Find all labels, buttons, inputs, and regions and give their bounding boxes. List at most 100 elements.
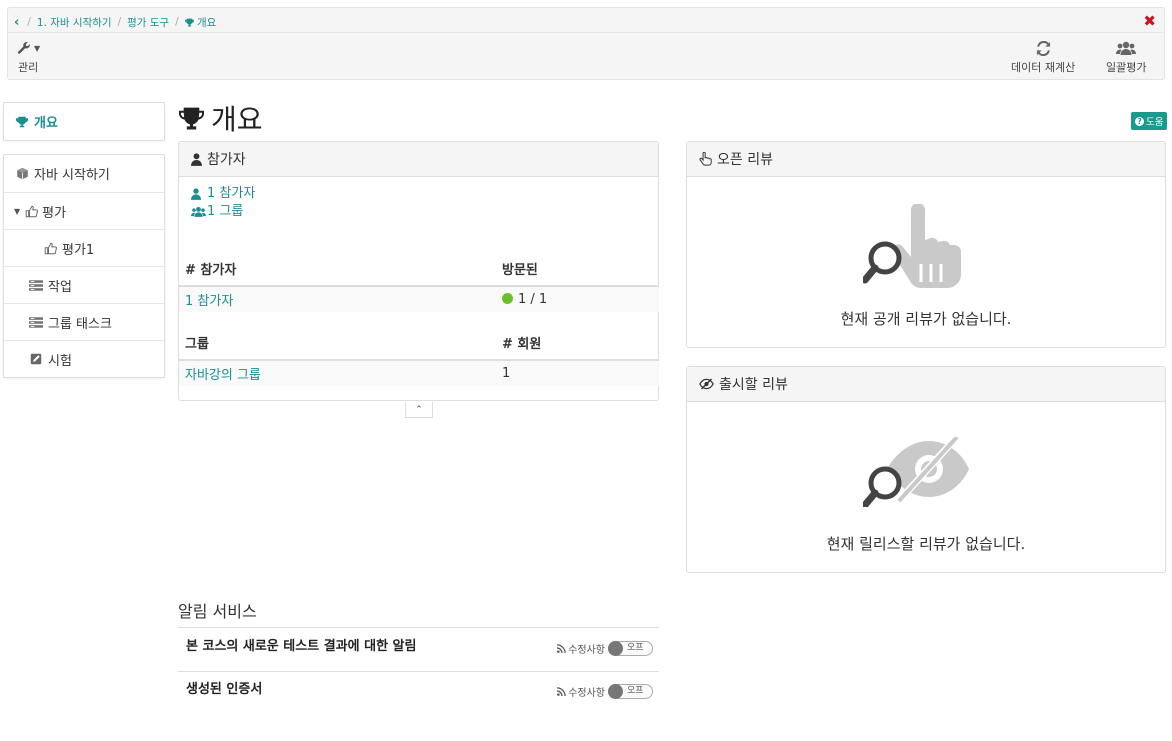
sidebar-item-label: 시험 bbox=[48, 353, 72, 369]
visited-value: 1 / 1 bbox=[518, 292, 548, 307]
open-reviews-header: 오픈 리뷰 bbox=[687, 142, 1165, 177]
help-button[interactable]: ? 도움 bbox=[1131, 112, 1168, 130]
back-chevron-icon[interactable]: ‹ bbox=[14, 15, 19, 30]
open-reviews-empty-message: 현재 공개 리뷰가 없습니다. bbox=[840, 310, 1012, 328]
participant-links: 1 참가자 1 그룹 bbox=[191, 185, 255, 221]
wrench-icon: ▼ bbox=[16, 39, 40, 57]
column-header-group: 그룹 bbox=[179, 326, 496, 361]
thumbs-up-icon bbox=[24, 205, 38, 218]
breadcrumb: ‹ / 1. 자바 시작하기 / 평가 도구 / 개요 bbox=[14, 13, 216, 31]
refresh-icon bbox=[1036, 39, 1051, 57]
toggle-knob bbox=[608, 641, 623, 656]
sidebar-item-label: 자바 시작하기 bbox=[34, 168, 110, 183]
open-reviews-panel: 오픈 리뷰 현재 공개 리뷰가 없습니다. bbox=[686, 141, 1166, 348]
column-header-visited: 방문된 bbox=[496, 252, 659, 287]
sidebar-item-label: 작업 bbox=[48, 279, 72, 295]
caret-down-icon[interactable]: ▼ bbox=[14, 207, 20, 216]
participants-panel: 참가자 1 참가자 1 그룹 # 참가자 방문된 1 참가자 1 / 1 그룹 bbox=[178, 141, 659, 401]
release-reviews-header: 출시할 리뷰 bbox=[687, 367, 1165, 402]
notification-toggle[interactable]: 오프 bbox=[608, 641, 653, 656]
top-toolbar: ‹ / 1. 자바 시작하기 / 평가 도구 / 개요 ✖ ▼ 관리 데이터 재… bbox=[7, 7, 1165, 80]
breadcrumb-separator: / bbox=[175, 16, 179, 28]
status-dot-icon bbox=[502, 293, 513, 304]
sidebar-item-overview[interactable]: 개요 bbox=[4, 103, 164, 140]
toggle-label: 오프 bbox=[627, 643, 644, 653]
sidebar-item-label: 평가 bbox=[42, 205, 67, 221]
notifications-title: 알림 서비스 bbox=[178, 602, 257, 621]
breadcrumb-separator: / bbox=[117, 16, 122, 28]
sidebar-item-group-task[interactable]: 그룹 태스크 bbox=[4, 303, 164, 340]
table-row: 1 참가자 1 / 1 bbox=[179, 286, 659, 312]
page-title: 개요 bbox=[178, 98, 263, 138]
toolbar-divider bbox=[8, 32, 1164, 33]
hand-pointer-icon bbox=[699, 152, 712, 166]
help-label: 도움 bbox=[1146, 117, 1164, 128]
question-circle-icon: ? bbox=[1135, 116, 1144, 126]
trophy-icon bbox=[14, 116, 30, 128]
cube-icon bbox=[14, 167, 30, 180]
participants-table: # 참가자 방문된 1 참가자 1 / 1 bbox=[179, 252, 659, 312]
no-release-reviews-illustration-icon bbox=[863, 437, 969, 507]
notification-row-certificates: 생성된 인증서 수정사항 오프 bbox=[178, 671, 659, 715]
manage-button[interactable]: ▼ 관리 bbox=[16, 39, 40, 75]
table-header-row: # 참가자 방문된 bbox=[179, 252, 659, 287]
rss-icon bbox=[557, 687, 566, 696]
participants-count-link[interactable]: 1 참가자 bbox=[207, 185, 255, 203]
release-reviews-header-label: 출시할 리뷰 bbox=[719, 377, 788, 393]
sidebar-item-assessment[interactable]: ▼ 평가 bbox=[4, 192, 164, 229]
release-reviews-empty-message: 현재 릴리스할 리뷰가 없습니다. bbox=[826, 535, 1026, 553]
members-value: 1 bbox=[496, 360, 659, 386]
eye-slash-icon bbox=[699, 378, 714, 390]
participant-row-link[interactable]: 1 참가자 bbox=[185, 294, 233, 309]
sidebar-item-label: 그룹 태스크 bbox=[48, 316, 112, 332]
breadcrumb-course[interactable]: 1. 자바 시작하기 bbox=[37, 15, 112, 30]
open-reviews-header-label: 오픈 리뷰 bbox=[717, 152, 773, 168]
recalculate-label: 데이터 재계산 bbox=[1011, 61, 1076, 74]
changes-link[interactable]: 수정사항 bbox=[568, 684, 605, 699]
notification-control: 수정사항 오프 bbox=[557, 641, 653, 656]
caret-down-icon: ▼ bbox=[34, 43, 41, 53]
column-header-participants: # 참가자 bbox=[179, 252, 496, 287]
sidebar-item-task[interactable]: 작업 bbox=[4, 266, 164, 303]
group-task-icon bbox=[28, 316, 44, 328]
group-row-link[interactable]: 자바강의 그룹 bbox=[185, 368, 261, 383]
table-row: 자바강의 그룹 1 bbox=[179, 360, 659, 386]
no-open-reviews-illustration-icon bbox=[863, 204, 961, 288]
sidebar-item-label: 평가1 bbox=[62, 242, 95, 258]
manage-label: 관리 bbox=[17, 61, 39, 74]
recalculate-data-button[interactable]: 데이터 재계산 bbox=[1011, 39, 1075, 75]
notification-row-test-results: 본 코스의 새로운 테스트 결과에 대한 알림 수정사항 오프 bbox=[178, 628, 659, 672]
bulk-assessment-label: 일괄평가 bbox=[1106, 61, 1147, 74]
groups-count-link[interactable]: 1 그룹 bbox=[207, 203, 243, 221]
trophy-icon bbox=[184, 18, 194, 26]
collapse-chevron-up-icon[interactable]: ⌃ bbox=[405, 402, 433, 418]
close-icon[interactable]: ✖ bbox=[1143, 12, 1156, 30]
users-icon bbox=[191, 206, 207, 218]
sidebar-item-assessment1[interactable]: 평가1 bbox=[4, 229, 164, 266]
breadcrumb-current-label: 개요 bbox=[196, 16, 217, 29]
notification-toggle[interactable]: 오프 bbox=[608, 684, 653, 699]
toggle-knob bbox=[608, 684, 623, 699]
sidebar-item-java-start[interactable]: 자바 시작하기 bbox=[4, 155, 164, 192]
breadcrumb-assessment-tool[interactable]: 평가 도구 bbox=[127, 15, 169, 30]
task-icon bbox=[28, 279, 44, 291]
participants-header-label: 참가자 bbox=[207, 152, 246, 168]
bulk-assessment-button[interactable]: 일괄평가 bbox=[1106, 39, 1146, 75]
table-header-row: 그룹 # 회원 bbox=[179, 326, 659, 361]
user-icon bbox=[191, 152, 202, 166]
trophy-icon bbox=[179, 107, 204, 129]
release-reviews-panel: 출시할 리뷰 현재 릴리스할 리뷰가 없습니다. bbox=[686, 366, 1166, 573]
changes-link[interactable]: 수정사항 bbox=[568, 641, 605, 656]
sidebar-item-test[interactable]: 시험 bbox=[4, 340, 164, 377]
breadcrumb-current: 개요 bbox=[184, 15, 217, 30]
sidebar-nav: 자바 시작하기 ▼ 평가 평가1 작업 그룹 태스크 시험 bbox=[3, 154, 165, 378]
users-icon bbox=[1116, 39, 1137, 57]
participants-panel-header: 참가자 bbox=[179, 142, 658, 177]
test-icon bbox=[28, 353, 44, 365]
breadcrumb-separator: / bbox=[27, 16, 31, 28]
notification-control: 수정사항 오프 bbox=[557, 684, 653, 699]
notification-text: 생성된 인증서 bbox=[186, 682, 263, 697]
notification-text: 본 코스의 새로운 테스트 결과에 대한 알림 bbox=[186, 639, 417, 654]
sidebar-overview-box: 개요 bbox=[3, 102, 165, 141]
rss-icon bbox=[557, 644, 566, 653]
